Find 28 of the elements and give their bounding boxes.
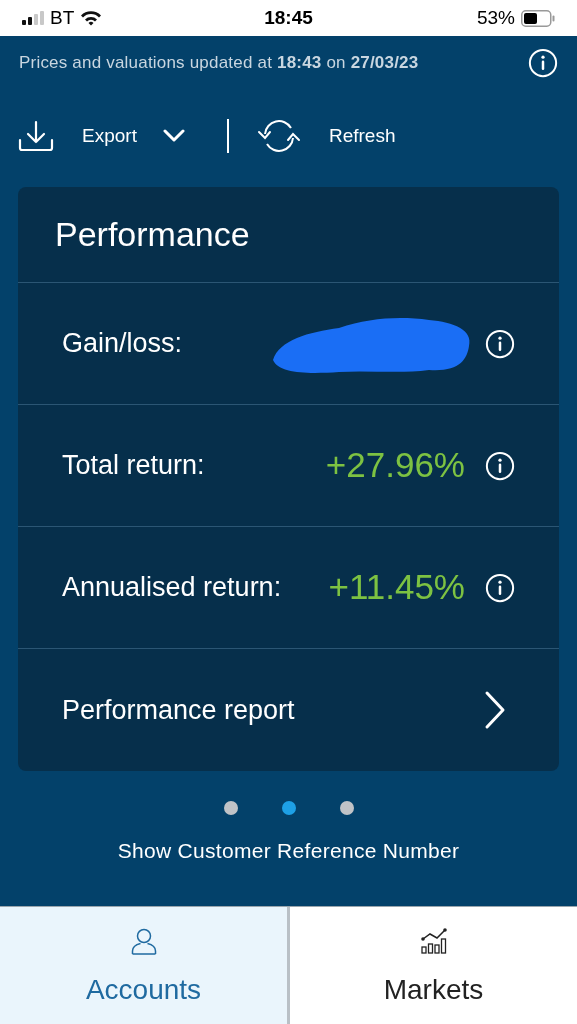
refresh-button[interactable]: Refresh — [256, 119, 396, 153]
info-icon[interactable] — [485, 328, 515, 359]
chevron-right-icon[interactable] — [483, 690, 507, 730]
export-button[interactable]: Export — [18, 120, 185, 152]
info-icon[interactable] — [485, 450, 515, 481]
tab[interactable]: Accounts — [0, 907, 287, 1024]
battery-percentage: 53% — [476, 5, 515, 30]
clock-time: 18:45 — [264, 5, 313, 30]
reference-link[interactable]: Show Customer Reference Number — [117, 835, 460, 867]
signal-icon — [22, 11, 44, 25]
refresh-icon — [256, 119, 301, 153]
row-label: Performance report — [62, 693, 295, 727]
row-label: Gain/loss: — [62, 327, 183, 361]
wifi-icon — [80, 10, 103, 26]
row-label: Annualised return: — [62, 571, 282, 605]
chart-icon — [419, 925, 448, 957]
return-value: +11.45% — [328, 566, 465, 609]
carrier-name: BT — [50, 5, 75, 30]
update-notice: Prices and valuations updated at 18:43 on 27/03/23 — [19, 52, 419, 75]
return-value: +27.96% — [325, 444, 465, 487]
row-label: Total return: — [62, 449, 205, 483]
tab[interactable]: Markets — [287, 907, 577, 1024]
info-icon[interactable] — [528, 48, 558, 78]
download-icon — [18, 120, 54, 152]
battery-icon — [521, 9, 555, 27]
chevron-down-icon — [162, 129, 185, 143]
card-title: Performance — [55, 214, 250, 255]
info-icon[interactable] — [485, 572, 515, 603]
